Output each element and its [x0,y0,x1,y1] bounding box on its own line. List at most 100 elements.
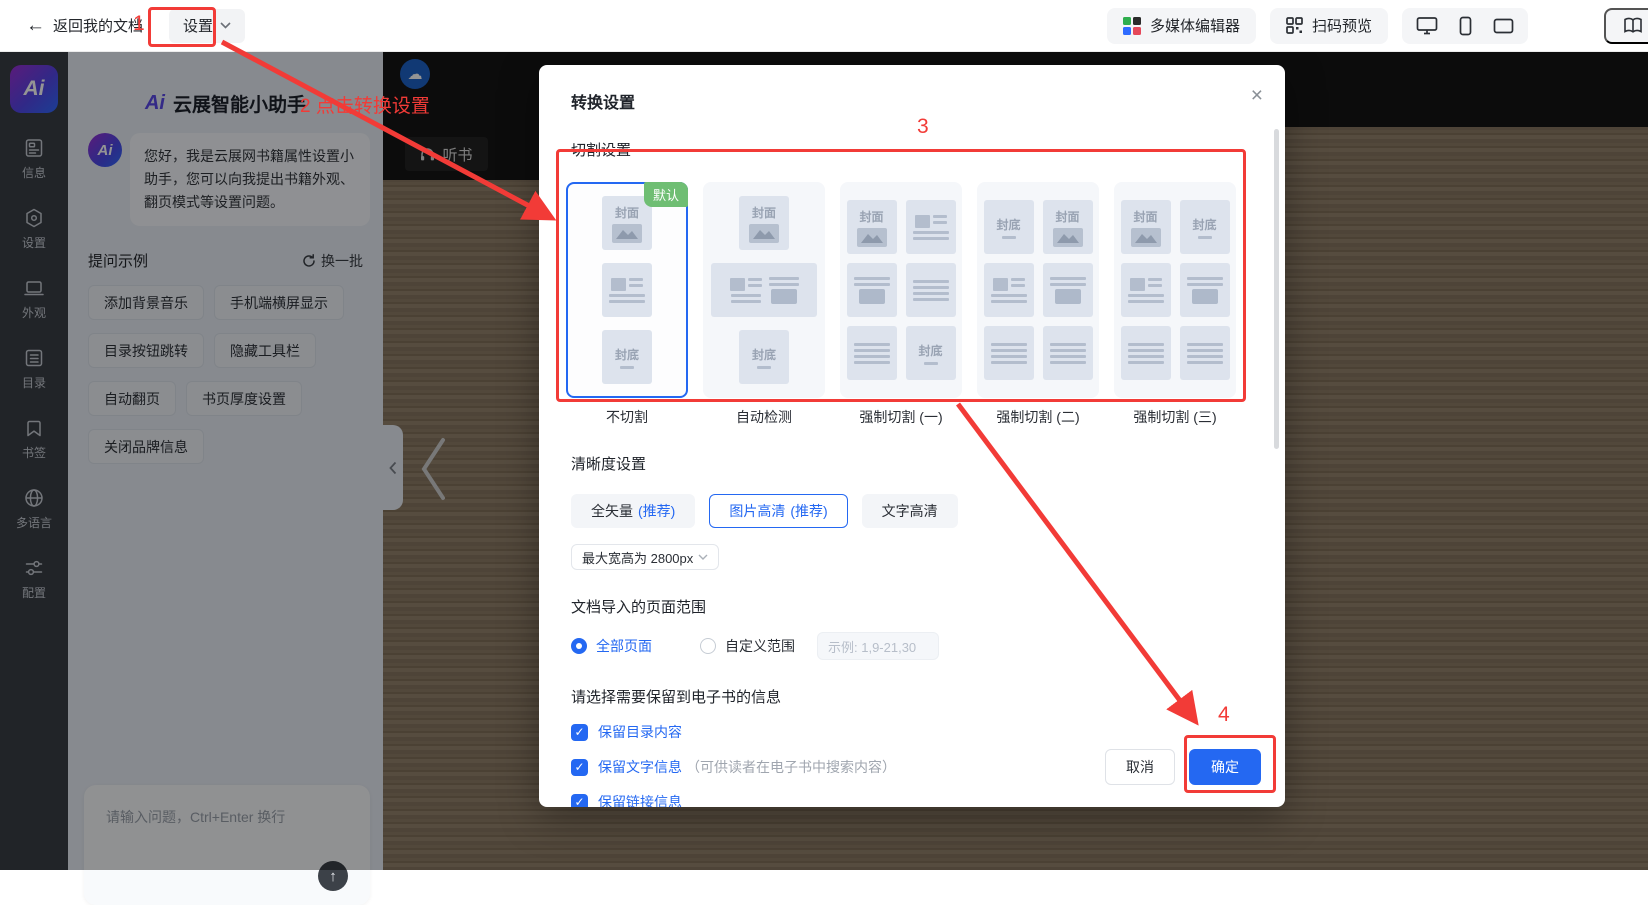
settings-dropdown-button[interactable]: 设置 [169,9,245,43]
image-icon [612,224,642,243]
desktop-preview-button[interactable] [1408,8,1446,44]
keep-links-label: 保留链接信息 [598,792,682,807]
thumb-back-cover: 封底 [739,330,789,384]
thumb-lines-page [984,326,1034,380]
cut-option-label: 自动检测 [736,407,792,427]
confirm-button[interactable]: 确定 [1189,749,1261,785]
check-icon: ✓ [574,760,584,774]
thumb-lines-page [906,263,956,317]
default-badge: 默认 [644,182,688,207]
tablet-preview-button[interactable] [1484,8,1522,44]
cut-option-label: 强制切割 (三) [1133,407,1216,427]
chevron-down-icon [698,554,708,560]
conversion-settings-modal: 转换设置 × 切割设置 默认 封面 封底 [539,65,1285,807]
thumb-mixed-page [1180,263,1230,317]
cut-option-auto-detect[interactable]: 封面 封底 自动检测 [703,182,825,427]
keep-links-row: ✓ 保留链接信息 [571,792,1253,807]
thumb-back-cover: 封底 [1180,200,1230,254]
send-arrow-icon: ↑ [329,868,337,885]
modal-scrollbar[interactable] [1274,129,1279,449]
clarity-options: 全矢量 (推荐) 图片高清 (推荐) 文字高清 [571,494,1253,528]
thumb-back-cover: 封底 [906,326,956,380]
checkbox-keep-text[interactable]: ✓ [571,759,588,776]
scan-preview-button[interactable]: 扫码预览 [1270,8,1388,44]
qr-code-icon [1286,17,1303,34]
cut-option-label: 不切割 [606,407,648,427]
tablet-icon [1493,18,1514,34]
settings-label: 设置 [183,15,213,36]
keep-toc-row: ✓ 保留目录内容 [571,722,1253,742]
thumb-cover: 封面 [1043,200,1093,254]
recommended-tag: (推荐) [790,501,827,521]
phone-preview-button[interactable] [1446,8,1484,44]
clarity-option-text-hd[interactable]: 文字高清 [862,494,958,528]
modal-title: 转换设置 [571,89,1253,113]
header-right-tools: 多媒体编辑器 扫码预览 [1107,8,1648,44]
clarity-settings-label: 清晰度设置 [571,453,1253,474]
check-icon: ✓ [574,725,584,739]
thumb-mixed-page [1043,263,1093,317]
cancel-button[interactable]: 取消 [1105,749,1175,785]
back-to-documents-button[interactable]: ← 返回我的文档 [26,15,143,36]
device-preview-group [1402,8,1528,44]
back-label: 返回我的文档 [53,15,143,36]
thumb-spread [711,263,817,317]
book-view-button[interactable] [1604,8,1648,44]
close-icon[interactable]: × [1251,85,1263,106]
max-size-dropdown[interactable]: 最大宽高为 2800px [571,544,719,570]
top-header: ← 返回我的文档 设置 多媒体编辑器 扫码预览 [0,0,1648,52]
radio-all-pages[interactable] [571,638,587,654]
open-book-icon [1623,17,1643,34]
cut-option-force-3[interactable]: 封面 封底 强制切割 (三) [1114,182,1236,427]
checkbox-keep-links[interactable]: ✓ [571,794,588,808]
thumb-cover: 封面 [739,196,789,250]
back-arrow-icon: ← [26,16,45,35]
custom-range-input[interactable]: 示例: 1,9-21,30 [817,632,939,660]
image-icon [749,224,779,243]
thumb-text-page [602,263,652,317]
radio-custom-range[interactable] [700,638,716,654]
chevron-down-icon [220,22,231,29]
cut-option-force-1[interactable]: 封面 封底 强制切割 (一) [840,182,962,427]
phone-icon [1459,16,1472,36]
check-icon: ✓ [574,795,584,807]
cut-settings-label: 切割设置 [571,139,1253,160]
image-icon [1053,228,1083,247]
recommended-tag: (推荐) [638,501,675,521]
multimedia-grid-icon [1123,17,1141,35]
cut-options: 默认 封面 封底 不切割 [566,182,1253,427]
thumb-lines-page [1121,326,1171,380]
scan-preview-label: 扫码预览 [1312,15,1372,36]
thumb-text-page [1121,263,1171,317]
thumb-back-cover: 封底 [602,330,652,384]
thumb-cover: 封面 [847,200,897,254]
thumb-text-page [906,200,956,254]
multimedia-editor-label: 多媒体编辑器 [1150,15,1240,36]
clarity-option-vector[interactable]: 全矢量 (推荐) [571,494,695,528]
cut-option-no-cut[interactable]: 默认 封面 封底 不切割 [566,182,688,427]
thumb-lines-page [847,326,897,380]
checkbox-keep-toc[interactable]: ✓ [571,724,588,741]
page-range-options: 全部页面 自定义范围 示例: 1,9-21,30 [571,632,1253,660]
thumb-lines-page [1180,326,1230,380]
thumb-cover: 封面 [602,196,652,250]
cut-option-label: 强制切割 (二) [996,407,1079,427]
custom-range-placeholder: 示例: 1,9-21,30 [828,637,916,656]
cut-option-force-2[interactable]: 封底 封面 强制切割 (二) [977,182,1099,427]
monitor-icon [1416,16,1438,35]
keep-toc-label: 保留目录内容 [598,722,682,742]
keep-text-label: 保留文字信息 [598,757,682,777]
thumb-back-cover: 封底 [984,200,1034,254]
image-icon [1131,228,1161,247]
keep-text-note: （可供读者在电子书中搜索内容） [686,757,896,777]
thumb-mixed-page [847,263,897,317]
radio-all-pages-label: 全部页面 [596,636,652,656]
image-icon [857,228,887,247]
thumb-text-page [984,263,1034,317]
thumb-cover: 封面 [1121,200,1171,254]
cut-option-label: 强制切割 (一) [859,407,942,427]
clarity-option-image-hd[interactable]: 图片高清 (推荐) [709,494,847,528]
max-size-value: 最大宽高为 2800px [582,548,693,567]
keep-info-label: 请选择需要保留到电子书的信息 [571,686,1253,707]
multimedia-editor-button[interactable]: 多媒体编辑器 [1107,8,1256,44]
